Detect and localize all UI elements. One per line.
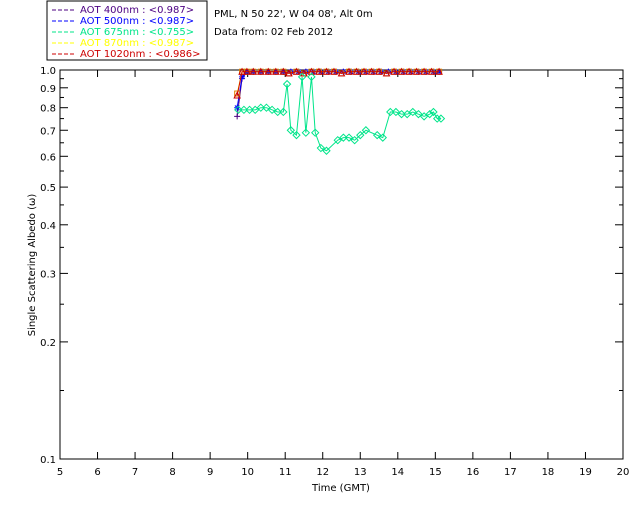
y-tick-label: 0.8 bbox=[40, 104, 56, 115]
legend-label-870: AOT 870nm : <0.987> bbox=[80, 38, 194, 49]
y-tick-label: 0.6 bbox=[40, 152, 56, 163]
x-tick-label: 7 bbox=[132, 467, 138, 478]
y-tick-label: 0.3 bbox=[40, 269, 56, 280]
x-axis: 5 6 7 8 9 10 11 12 13 14 15 16 17 18 19 20 bbox=[57, 70, 630, 478]
x-tick-label: 19 bbox=[579, 467, 592, 478]
y-tick-label: 0.7 bbox=[40, 126, 56, 137]
y-tick-label: 1.0 bbox=[40, 66, 56, 77]
legend-label-500: AOT 500nm : <0.987> bbox=[80, 16, 194, 27]
series-aot-500nm bbox=[234, 68, 443, 111]
x-tick-label: 14 bbox=[391, 467, 404, 478]
y-tick-label: 0.1 bbox=[40, 455, 56, 466]
x-tick-label: 12 bbox=[316, 467, 329, 478]
y-axis-label: Single Scattering Albedo (ω) bbox=[27, 194, 38, 337]
y-tick-label: 0.4 bbox=[40, 221, 56, 232]
legend-label-400: AOT 400nm : <0.987> bbox=[80, 5, 194, 16]
y-tick-label: 0.2 bbox=[40, 338, 56, 349]
x-tick-label: 5 bbox=[57, 467, 63, 478]
series-line bbox=[236, 71, 440, 108]
series-aot-675nm bbox=[234, 72, 446, 155]
y-tick-label: 0.5 bbox=[40, 183, 56, 194]
x-tick-label: 16 bbox=[466, 467, 479, 478]
data-point bbox=[234, 113, 241, 120]
x-tick-label: 20 bbox=[617, 467, 630, 478]
x-tick-label: 13 bbox=[354, 467, 367, 478]
x-tick-label: 9 bbox=[207, 467, 213, 478]
legend-label-675: AOT 675nm : <0.755> bbox=[80, 27, 194, 38]
x-tick-label: 17 bbox=[504, 467, 517, 478]
x-tick-label: 11 bbox=[279, 467, 292, 478]
legend: AOT 400nm : <0.987> AOT 500nm : <0.987> … bbox=[46, 0, 208, 61]
site-info: PML, N 50 22', W 04 08', Alt 0m bbox=[214, 9, 373, 20]
x-tick-label: 10 bbox=[241, 467, 254, 478]
y-tick-label: 0.9 bbox=[40, 84, 56, 95]
y-axis: 1.0 0.9 0.8 0.7 0.6 0.5 0.4 0.3 0.2 0.1 bbox=[40, 66, 623, 466]
series-line bbox=[236, 71, 440, 96]
x-tick-label: 18 bbox=[542, 467, 555, 478]
x-tick-label: 8 bbox=[169, 467, 175, 478]
legend-label-1020: AOT 1020nm : <0.986> bbox=[80, 49, 200, 60]
chart-figure: AOT 400nm : <0.987> AOT 500nm : <0.987> … bbox=[27, 0, 630, 494]
series-aot-1020nm bbox=[233, 67, 443, 99]
series-line bbox=[236, 71, 440, 94]
x-tick-label: 6 bbox=[94, 467, 100, 478]
plot-frame bbox=[59, 69, 624, 460]
x-tick-label: 15 bbox=[429, 467, 442, 478]
date-info: Data from: 02 Feb 2012 bbox=[214, 27, 333, 38]
series-layer bbox=[233, 67, 446, 155]
x-axis-label: Time (GMT) bbox=[311, 483, 370, 494]
